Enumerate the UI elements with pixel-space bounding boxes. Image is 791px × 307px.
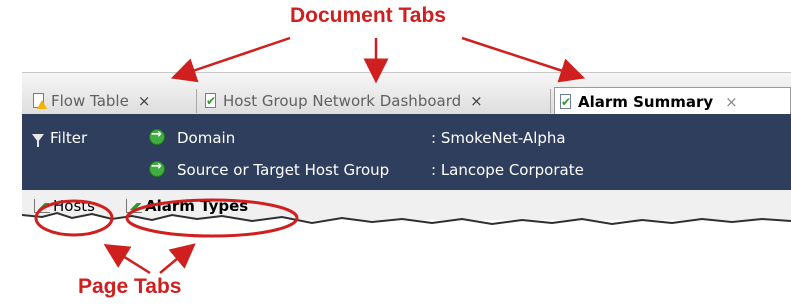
arrow-to-alarm-summary [461,36,586,83]
filter-label: Filter [50,129,88,147]
document-tab-flow-table[interactable]: Flow Table × [28,87,150,115]
tab-label: Flow Table [51,92,129,110]
annotation-page-tabs: Page Tabs [78,275,182,298]
tab-divider [196,89,197,113]
document-tab-alarm-summary[interactable]: ✔ Alarm Summary × [554,87,791,115]
document-check-icon: ✔ [205,93,217,108]
application-window: Flow Table × ✔ Host Group Network Dashbo… [22,72,791,237]
criteria-value-host-group: : Lancope Corporate [431,161,584,179]
document-warning-icon [32,93,47,109]
document-tab-bar: Flow Table × ✔ Host Group Network Dashbo… [22,72,791,115]
torn-edge [22,211,791,237]
filter-button[interactable]: Filter [32,129,87,147]
close-icon[interactable]: × [138,92,151,110]
close-icon[interactable]: × [470,92,483,110]
criteria-icon [149,159,165,177]
arrow-to-alarm-types-tab [159,243,196,274]
arrow-to-hosts-tab [103,244,151,275]
tab-divider [550,89,551,113]
filter-icon [32,134,44,147]
close-icon[interactable]: × [725,93,738,111]
criteria-icon [149,127,165,145]
arrow-to-flow-table [170,36,291,83]
tab-label: Alarm Summary [578,92,714,111]
criteria-name-domain: Domain [177,129,236,147]
criteria-name-host-group: Source or Target Host Group [177,161,390,179]
annotation-document-tabs: Document Tabs [290,4,446,27]
tab-label: Host Group Network Dashboard [223,92,462,110]
filter-pane: Filter Domain : SmokeNet-Alpha Source or… [22,114,791,190]
document-check-icon: ✔ [560,93,572,109]
criteria-value-domain: : SmokeNet-Alpha [431,129,566,147]
document-tab-host-group-network-dashboard[interactable]: ✔ Host Group Network Dashboard × [200,87,483,115]
